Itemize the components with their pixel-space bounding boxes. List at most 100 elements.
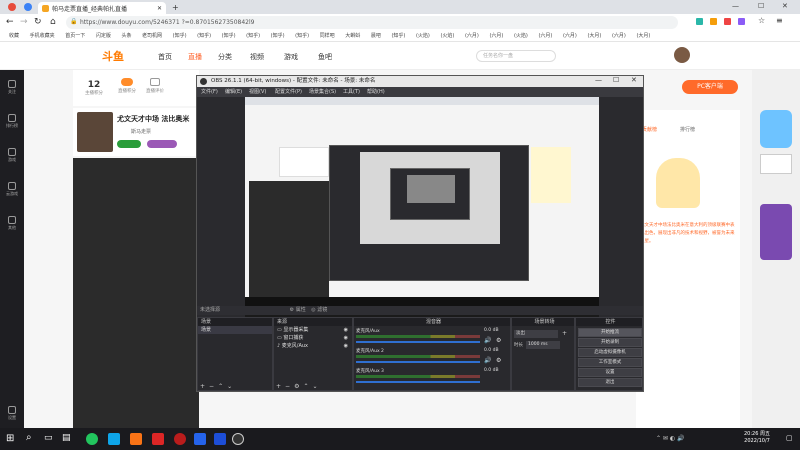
menu-edit[interactable]: 编辑(E) bbox=[225, 87, 242, 97]
nav-yuba[interactable]: 鱼吧 bbox=[318, 52, 332, 62]
bookmark[interactable]: (六月) bbox=[489, 31, 503, 41]
search-input[interactable]: 任务名你一盘 bbox=[476, 50, 556, 62]
nav-home[interactable]: 首页 bbox=[158, 52, 172, 62]
filter-icon[interactable]: ◎ bbox=[311, 307, 315, 313]
eye-icon[interactable]: ◉ bbox=[344, 326, 348, 334]
notification-icon[interactable]: ▢ bbox=[786, 434, 793, 442]
folder-icon[interactable]: ▤ bbox=[62, 433, 71, 443]
source-item[interactable]: ▭ 窗口捕获 ◉ bbox=[274, 334, 352, 342]
start-streaming-button[interactable]: 开始推流 bbox=[578, 328, 642, 337]
promo-card[interactable] bbox=[760, 154, 792, 174]
clock[interactable]: 20:26 周五 2022/10/7 bbox=[744, 431, 770, 445]
minimize-icon[interactable]: — bbox=[595, 76, 602, 84]
menu-tools[interactable]: 工具(T) bbox=[343, 87, 360, 97]
minimize-icon[interactable]: — bbox=[732, 2, 739, 10]
streamer-avatar[interactable] bbox=[77, 112, 113, 152]
promo-gift[interactable] bbox=[760, 204, 792, 260]
extension-icon[interactable] bbox=[710, 18, 717, 25]
studio-mode-button[interactable]: 工作室模式 bbox=[578, 358, 642, 367]
app-icon[interactable] bbox=[130, 433, 142, 445]
streamer-name[interactable]: 斯马走票 bbox=[131, 128, 151, 135]
app-icon[interactable] bbox=[86, 433, 98, 445]
bookmark[interactable]: 晨吧 bbox=[371, 31, 381, 41]
stat-rate[interactable]: 直播评价 bbox=[143, 78, 167, 98]
search-icon[interactable]: ⌕ bbox=[26, 432, 32, 443]
gear-icon[interactable]: ⚙ bbox=[290, 307, 294, 313]
close-icon[interactable]: ✕ bbox=[631, 76, 637, 84]
promo-image[interactable] bbox=[760, 110, 792, 148]
back-icon[interactable]: ← bbox=[6, 17, 14, 27]
transition-select[interactable]: 淡出 bbox=[514, 330, 558, 338]
extension-icon[interactable] bbox=[724, 18, 731, 25]
bookmark[interactable]: (知乎) bbox=[295, 31, 309, 41]
bookmark[interactable]: (大月) bbox=[587, 31, 601, 41]
bookmark[interactable]: (大月) bbox=[636, 31, 650, 41]
sidebar-item-settings[interactable]: 设置 bbox=[3, 406, 21, 421]
tab-contribution[interactable]: 贡献榜 bbox=[642, 126, 657, 133]
sidebar-item-other[interactable]: 其他 bbox=[3, 216, 21, 231]
app-icon[interactable] bbox=[152, 433, 164, 445]
settings-button[interactable]: 设置 bbox=[578, 368, 642, 377]
sidebar-item-follow[interactable]: 关注 bbox=[3, 80, 21, 95]
speaker-icon[interactable]: 🔊 bbox=[484, 337, 491, 344]
volume-slider[interactable] bbox=[356, 381, 480, 383]
app-icon[interactable] bbox=[194, 433, 206, 445]
bookmark[interactable]: (六月) bbox=[465, 31, 479, 41]
reload-icon[interactable]: ↻ bbox=[34, 17, 42, 27]
bookmark[interactable]: (火焰) bbox=[440, 31, 454, 41]
task-view-icon[interactable]: ▭ bbox=[44, 433, 53, 443]
bookmark[interactable]: 收藏 bbox=[9, 31, 19, 41]
bookmark[interactable]: 大蝌蚪 bbox=[345, 31, 360, 41]
down-icon[interactable]: ⌄ bbox=[227, 383, 232, 390]
volume-slider[interactable] bbox=[356, 341, 480, 343]
up-icon[interactable]: ⌃ bbox=[303, 383, 308, 390]
url-field[interactable]: https://www.douyu.com/5246371 ?=0.870156… bbox=[66, 16, 678, 29]
app-icon[interactable] bbox=[214, 433, 226, 445]
home-icon[interactable]: ⌂ bbox=[50, 17, 56, 27]
bookmark[interactable]: 闪定版 bbox=[96, 31, 111, 41]
menu-help[interactable]: 帮助(H) bbox=[367, 87, 385, 97]
gear-icon[interactable]: ⚙ bbox=[294, 383, 299, 390]
pc-client-button[interactable]: PC客户端 bbox=[682, 80, 738, 94]
down-icon[interactable]: ⌄ bbox=[312, 383, 317, 390]
app-icon[interactable] bbox=[174, 433, 186, 445]
bookmark[interactable]: (知乎) bbox=[222, 31, 236, 41]
nav-game[interactable]: 游戏 bbox=[284, 52, 298, 62]
bookmark[interactable]: (知乎) bbox=[173, 31, 187, 41]
bookmark[interactable]: (六月) bbox=[538, 31, 552, 41]
source-item[interactable]: ♪ 麦克风/Aux ◉ bbox=[274, 342, 352, 350]
bookmark[interactable]: 同样吧 bbox=[320, 31, 335, 41]
menu-profile[interactable]: 配置文件(P) bbox=[275, 87, 302, 97]
star-icon[interactable]: ☆ bbox=[758, 16, 765, 25]
up-icon[interactable]: ⌃ bbox=[218, 383, 223, 390]
forward-icon[interactable]: → bbox=[20, 17, 28, 27]
extension-icon[interactable] bbox=[738, 18, 745, 25]
tab-rank[interactable]: 排行榜 bbox=[680, 126, 695, 133]
windows-start-icon[interactable]: ⊞ bbox=[6, 433, 14, 444]
extension-icon[interactable] bbox=[24, 3, 32, 11]
gear-icon[interactable]: ⚙ bbox=[496, 337, 501, 344]
speaker-icon[interactable]: 🔊 bbox=[484, 357, 491, 364]
bookmark[interactable]: (六月) bbox=[563, 31, 577, 41]
bookmark[interactable]: (知乎) bbox=[271, 31, 285, 41]
bookmark[interactable]: (火焰) bbox=[514, 31, 528, 41]
bookmark[interactable]: (知乎) bbox=[197, 31, 211, 41]
menu-icon[interactable]: ≡ bbox=[776, 16, 783, 25]
nav-category[interactable]: 分类 bbox=[218, 52, 232, 62]
bookmark[interactable]: (六月) bbox=[612, 31, 626, 41]
close-icon[interactable]: ✕ bbox=[157, 5, 162, 12]
source-item[interactable]: ▭ 显示器采集 ◉ bbox=[274, 326, 352, 334]
eye-icon[interactable]: ◉ bbox=[344, 334, 348, 342]
virtual-camera-button[interactable]: 启动虚拟摄像机 bbox=[578, 348, 642, 357]
add-icon[interactable]: + bbox=[276, 383, 281, 390]
avatar[interactable] bbox=[674, 47, 690, 63]
bookmark[interactable]: (知乎) bbox=[246, 31, 260, 41]
sidebar-item-rank[interactable]: 排行榜 bbox=[3, 114, 21, 129]
menu-view[interactable]: 视图(V) bbox=[249, 87, 266, 97]
bookmark[interactable]: 手机收藏夹 bbox=[30, 31, 55, 41]
nav-video[interactable]: 视频 bbox=[250, 52, 264, 62]
exit-button[interactable]: 退出 bbox=[578, 378, 642, 387]
obs-preview[interactable] bbox=[245, 97, 599, 322]
site-logo[interactable]: 斗鱼 bbox=[102, 48, 124, 64]
eye-icon[interactable]: ◉ bbox=[344, 342, 348, 350]
